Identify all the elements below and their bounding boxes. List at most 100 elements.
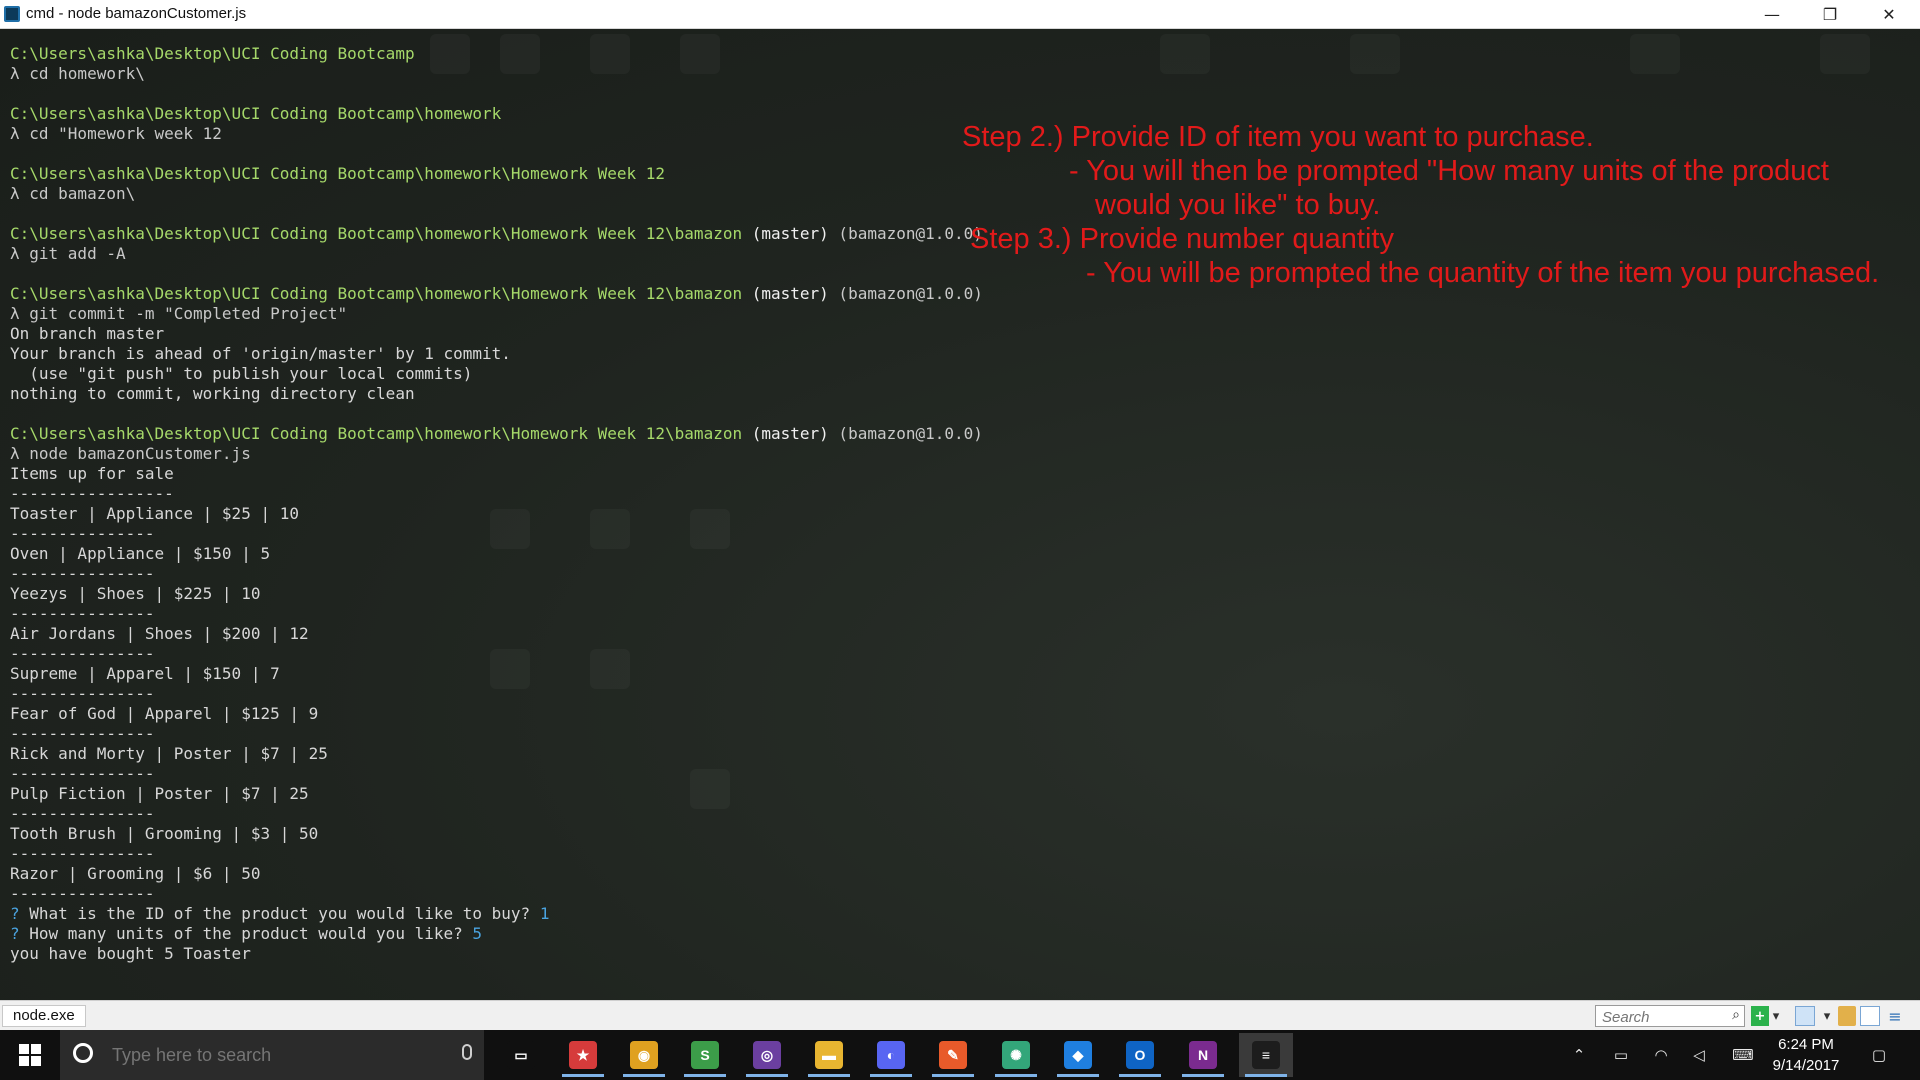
terminal-line: λ git add -A [10,244,983,264]
terminal-line: Fear of God | Apparel | $125 | 9 [10,704,983,724]
taskbar-app-task-view[interactable]: ▭ [494,1033,548,1077]
terminal-line: C:\Users\ashka\Desktop\UCI Coding Bootca… [10,424,983,444]
taskbar-app-feather-app[interactable]: ✎ [926,1033,980,1077]
battery-icon[interactable]: ▭ [1610,1044,1632,1066]
start-button[interactable] [0,1030,60,1080]
terminal-text-out: Items up for sale [10,464,174,483]
terminal-text-lambda: λ node bamazonCustomer.js [10,444,251,463]
taskbar-app-dropbox[interactable]: ◆ [1051,1033,1105,1077]
terminal-line: Oven | Appliance | $150 | 5 [10,544,983,564]
terminal-text-out: Yeezys | Shoes | $225 | 10 [10,584,261,603]
terminal-text-pkg: (bamazon@1.0.0) [828,224,983,243]
console-status-bar: node.exe ⌕ + ▾ ▾ ≡ [0,1000,1920,1030]
title-bar: cmd - node bamazonCustomer.js — ❐ ✕ [0,0,1920,29]
terminal-text-out: Razor | Grooming | $6 | 50 [10,864,261,883]
terminal-line: --------------- [10,884,983,904]
terminal-line: --------------- [10,684,983,704]
gitkraken-app-icon: ✺ [1002,1041,1030,1069]
onenote-icon: N [1189,1041,1217,1069]
running-indicator [808,1074,850,1077]
running-indicator [746,1074,788,1077]
volume-icon[interactable]: ◁ [1688,1044,1710,1066]
console-tab[interactable]: node.exe [2,1005,86,1027]
terminal-text-branch: (master) [742,224,829,243]
terminal-line: --------------- [10,804,983,824]
terminal-text-branch: (master) [742,424,829,443]
taskbar-app-onenote[interactable]: N [1176,1033,1230,1077]
terminal-line: λ node bamazonCustomer.js [10,444,983,464]
console-search-input[interactable] [1600,1007,1722,1027]
terminal-text-out: What is the ID of the product you would … [29,904,540,923]
running-indicator [684,1074,726,1077]
terminal-text-out: Oven | Appliance | $150 | 5 [10,544,271,563]
terminal-line: λ cd homework\ [10,64,983,84]
restore-button[interactable]: ❐ [1801,0,1859,28]
desktop-ghost-icon [1350,34,1400,74]
search-icon[interactable]: ⌕ [1732,1007,1740,1023]
terminal-output: C:\Users\ashka\Desktop\UCI Coding Bootca… [10,44,983,964]
terminal-line: Supreme | Apparel | $150 | 7 [10,664,983,684]
terminal-text-out: Air Jordans | Shoes | $200 | 12 [10,624,309,643]
wifi-icon[interactable]: ◠ [1650,1044,1672,1066]
menu-icon[interactable]: ≡ [1884,1006,1906,1026]
chevron-down-icon[interactable]: ▾ [1770,1006,1782,1026]
terminal-text-out: --------------- [10,604,155,623]
terminal-line: C:\Users\ashka\Desktop\UCI Coding Bootca… [10,284,983,304]
terminal-line: C:\Users\ashka\Desktop\UCI Coding Bootca… [10,224,983,244]
terminal-text-path: C:\Users\ashka\Desktop\UCI Coding Bootca… [10,44,415,63]
taskbar-app-color-app[interactable]: ◎ [740,1033,794,1077]
terminal-text-out: Your branch is ahead of 'origin/master' … [10,344,511,363]
taskbar-app-discord[interactable]: ◐ [864,1033,918,1077]
desktop-ghost-icon [1630,34,1680,74]
running-indicator [1057,1074,1099,1077]
taskbar-search-input[interactable] [110,1044,414,1067]
terminal-line: Air Jordans | Shoes | $200 | 12 [10,624,983,644]
taskbar-app-chrome[interactable]: ◉ [617,1033,671,1077]
chevron-down-icon[interactable]: ▾ [1821,1006,1833,1026]
terminal-line: λ git commit -m "Completed Project" [10,304,983,324]
terminal-text-out: Rick and Morty | Poster | $7 | 25 [10,744,328,763]
annotation-step-2-detail-cont: would you like" to buy. [1095,189,1381,221]
running-indicator [932,1074,974,1077]
terminal-text-q: ? [10,924,30,943]
windows-logo-icon [19,1044,41,1066]
terminal-area[interactable]: C:\Users\ashka\Desktop\UCI Coding Bootca… [0,29,1920,1000]
new-console-icon[interactable]: + [1751,1006,1769,1026]
keyboard-icon[interactable]: ⌨ [1728,1044,1758,1066]
terminal-line: --------------- [10,844,983,864]
terminal-line: --------------- [10,604,983,624]
terminal-text-out: nothing to commit, working directory cle… [10,384,415,403]
terminal-line: λ cd bamazon\ [10,184,983,204]
taskbar-app-sublime-app[interactable]: S [678,1033,732,1077]
terminal-text-out: --------------- [10,684,155,703]
close-button[interactable]: ✕ [1860,0,1918,28]
terminal-line: (use "git push" to publish your local co… [10,364,983,384]
minimize-button[interactable]: — [1743,0,1801,28]
terminal-line: --------------- [10,764,983,784]
console-search-box[interactable]: ⌕ [1595,1005,1745,1027]
notification-icon[interactable]: ▢ [1866,1044,1892,1066]
lock-icon[interactable] [1838,1006,1856,1026]
feather-app-icon: ✎ [939,1041,967,1069]
annotation-step-3: Step 3.) Provide number quantity [970,223,1394,255]
taskbar-app-wps-app[interactable]: ★ [556,1033,610,1077]
split-view-icon[interactable] [1860,1006,1880,1026]
terminal-line: Razor | Grooming | $6 | 50 [10,864,983,884]
microphone-icon[interactable] [462,1044,472,1060]
terminal-text-out: --------------- [10,844,155,863]
desktop-ghost-icon [1160,34,1210,74]
taskbar-app-outlook[interactable]: O [1113,1033,1167,1077]
terminal-text-out: ----------------- [10,484,174,503]
taskbar-search-box[interactable] [60,1030,484,1080]
terminal-line: λ cd "Homework week 12 [10,124,983,144]
taskbar-app-gitkraken-app[interactable]: ✺ [989,1033,1043,1077]
taskbar-app-cmder[interactable]: ≡ [1239,1033,1293,1077]
layout-icon[interactable] [1795,1006,1815,1026]
taskbar-clock[interactable]: 6:24 PM 9/14/2017 [1766,1034,1846,1076]
chevron-up-icon[interactable]: ⌃ [1570,1044,1588,1066]
terminal-text-out: On branch master [10,324,165,343]
terminal-text-out: --------------- [10,804,155,823]
taskbar-app-file-explorer[interactable]: ▬ [802,1033,856,1077]
